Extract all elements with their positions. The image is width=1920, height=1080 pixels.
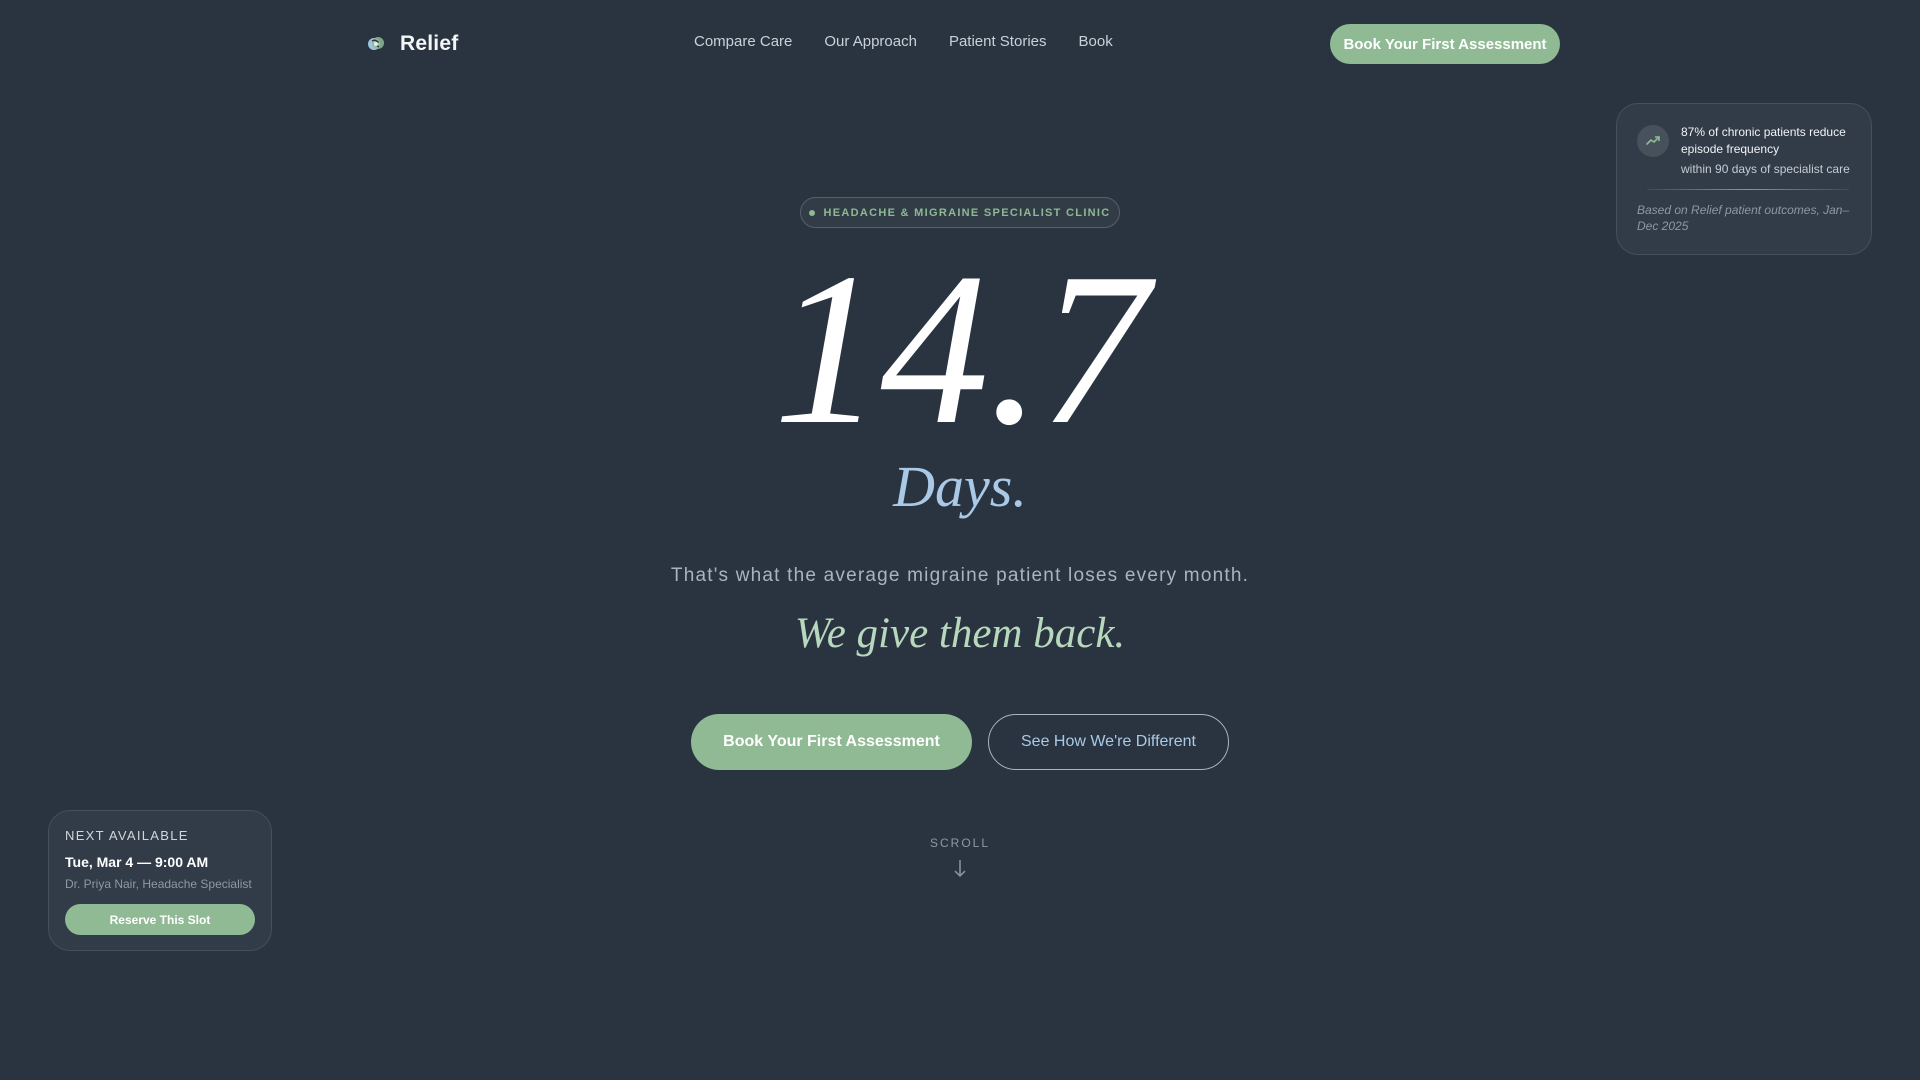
nav-link-book[interactable]: Book (1079, 33, 1113, 50)
stat-text: 87% of chronic patients reduce episode f… (1681, 124, 1857, 178)
trend-up-icon (1637, 125, 1669, 157)
brand-name: Relief (400, 32, 459, 55)
nav-link-our-approach[interactable]: Our Approach (824, 33, 917, 50)
stat-divider (1647, 189, 1849, 190)
main-nav: Compare Care Our Approach Patient Storie… (694, 33, 1113, 50)
stat-source-note: Based on Relief patient outcomes, Jan–De… (1637, 203, 1850, 233)
stat-headline: 87% of chronic patients reduce episode f… (1681, 125, 1846, 156)
clinic-badge: HEADACHE & MIGRAINE SPECIALIST CLINIC (800, 197, 1120, 228)
brain-logo-icon (366, 34, 386, 54)
page: Relief Compare Care Our Approach Patient… (0, 0, 1920, 1080)
next-available-card: NEXT AVAILABLE Tue, Mar 4 — 9:00 AM Dr. … (48, 810, 272, 951)
scroll-label: SCROLL (929, 836, 991, 850)
stat-subline: within 90 days of specialist care (1681, 162, 1850, 176)
nav-book-assessment-button[interactable]: Book Your First Assessment (1330, 24, 1560, 64)
next-available-label: NEXT AVAILABLE (65, 828, 189, 843)
brand-logo-link[interactable]: Relief (366, 29, 458, 59)
badge-dot-icon (809, 209, 816, 216)
hero-sub-tagline: We give them back. (794, 610, 1126, 657)
hero-unit: Days. (893, 454, 1027, 519)
hero-big-number: 14.7 (773, 229, 1149, 470)
badge-label: HEADACHE & MIGRAINE SPECIALIST CLINIC (823, 206, 1111, 219)
hero-tagline: That's what the average migraine patient… (670, 565, 1250, 586)
arrow-down-icon[interactable] (951, 858, 969, 880)
hero-book-assessment-button[interactable]: Book Your First Assessment (691, 714, 972, 770)
see-how-different-button[interactable]: See How We're Different (988, 714, 1229, 770)
next-available-doctor: Dr. Priya Nair, Headache Specialist (65, 877, 252, 891)
outcome-stat-card: 87% of chronic patients reduce episode f… (1616, 103, 1872, 255)
nav-link-patient-stories[interactable]: Patient Stories (949, 33, 1047, 50)
nav-link-compare-care[interactable]: Compare Care (694, 33, 792, 50)
next-available-time: Tue, Mar 4 — 9:00 AM (65, 854, 209, 870)
top-nav: Relief Compare Care Our Approach Patient… (0, 0, 1920, 88)
reserve-slot-button[interactable]: Reserve This Slot (65, 904, 255, 935)
